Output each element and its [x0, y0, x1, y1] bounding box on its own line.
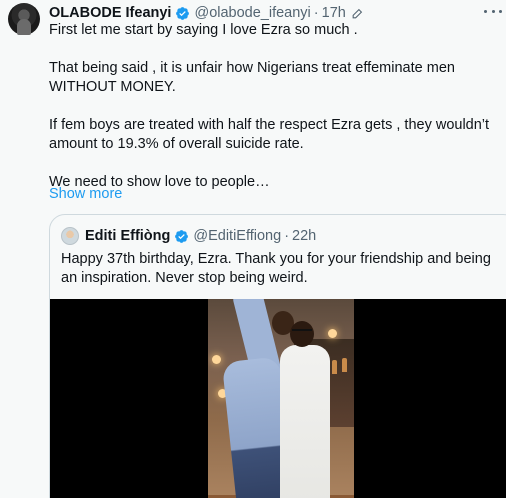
tweet-line: First let me start by saying I love Ezra…	[49, 22, 358, 38]
quoted-tweet-text: Happy 37th birthday, Ezra. Thank you for…	[61, 251, 491, 286]
author-name[interactable]: OLABODE Ifeanyi	[49, 5, 171, 21]
verified-badge-icon	[175, 229, 189, 243]
quoted-header-separator: ·	[284, 228, 290, 244]
quoted-author-avatar[interactable]	[61, 227, 79, 245]
bottle	[332, 360, 337, 374]
pencil-edit-icon[interactable]	[351, 7, 364, 20]
more-options-icon[interactable]	[484, 4, 502, 18]
quoted-tweet[interactable]: Editi Effiòng @EditiEffiong · 22h Happy …	[49, 214, 506, 498]
tweet-header: OLABODE Ifeanyi @olabode_ifeanyi · 17h	[49, 4, 364, 22]
verified-badge-icon	[176, 6, 190, 20]
video-frame	[208, 299, 354, 498]
quoted-tweet-header: Editi Effiòng @EditiEffiong · 22h	[61, 227, 316, 245]
quoted-author-handle[interactable]: @EditiEffiong	[193, 228, 281, 244]
more-dot	[499, 9, 502, 13]
video-player[interactable]	[50, 299, 506, 498]
avatar-figure	[17, 19, 31, 35]
glasses	[292, 329, 312, 334]
person-right	[280, 345, 330, 498]
lamp	[328, 329, 337, 338]
bottle	[342, 358, 347, 372]
tweet-timestamp[interactable]: 17h	[322, 5, 346, 21]
more-dot	[491, 9, 495, 13]
show-more-link[interactable]: Show more	[49, 186, 122, 202]
author-avatar[interactable]	[8, 3, 40, 35]
quoted-tweet-timestamp[interactable]: 22h	[292, 228, 316, 244]
more-dot	[484, 9, 487, 13]
tweet-line: If fem boys are treated with half the re…	[49, 117, 490, 152]
author-handle[interactable]: @olabode_ifeanyi	[194, 5, 310, 21]
header-separator: ·	[313, 5, 319, 21]
person-right-head	[290, 321, 314, 347]
lamp	[212, 355, 221, 364]
tweet-text: First let me start by saying I love Ezra…	[49, 21, 499, 192]
quoted-author-name[interactable]: Editi Effiòng	[85, 228, 170, 244]
tweet[interactable]: OLABODE Ifeanyi @olabode_ifeanyi · 17h F…	[0, 0, 506, 498]
tweet-line: That being said , it is unfair how Niger…	[49, 60, 455, 95]
